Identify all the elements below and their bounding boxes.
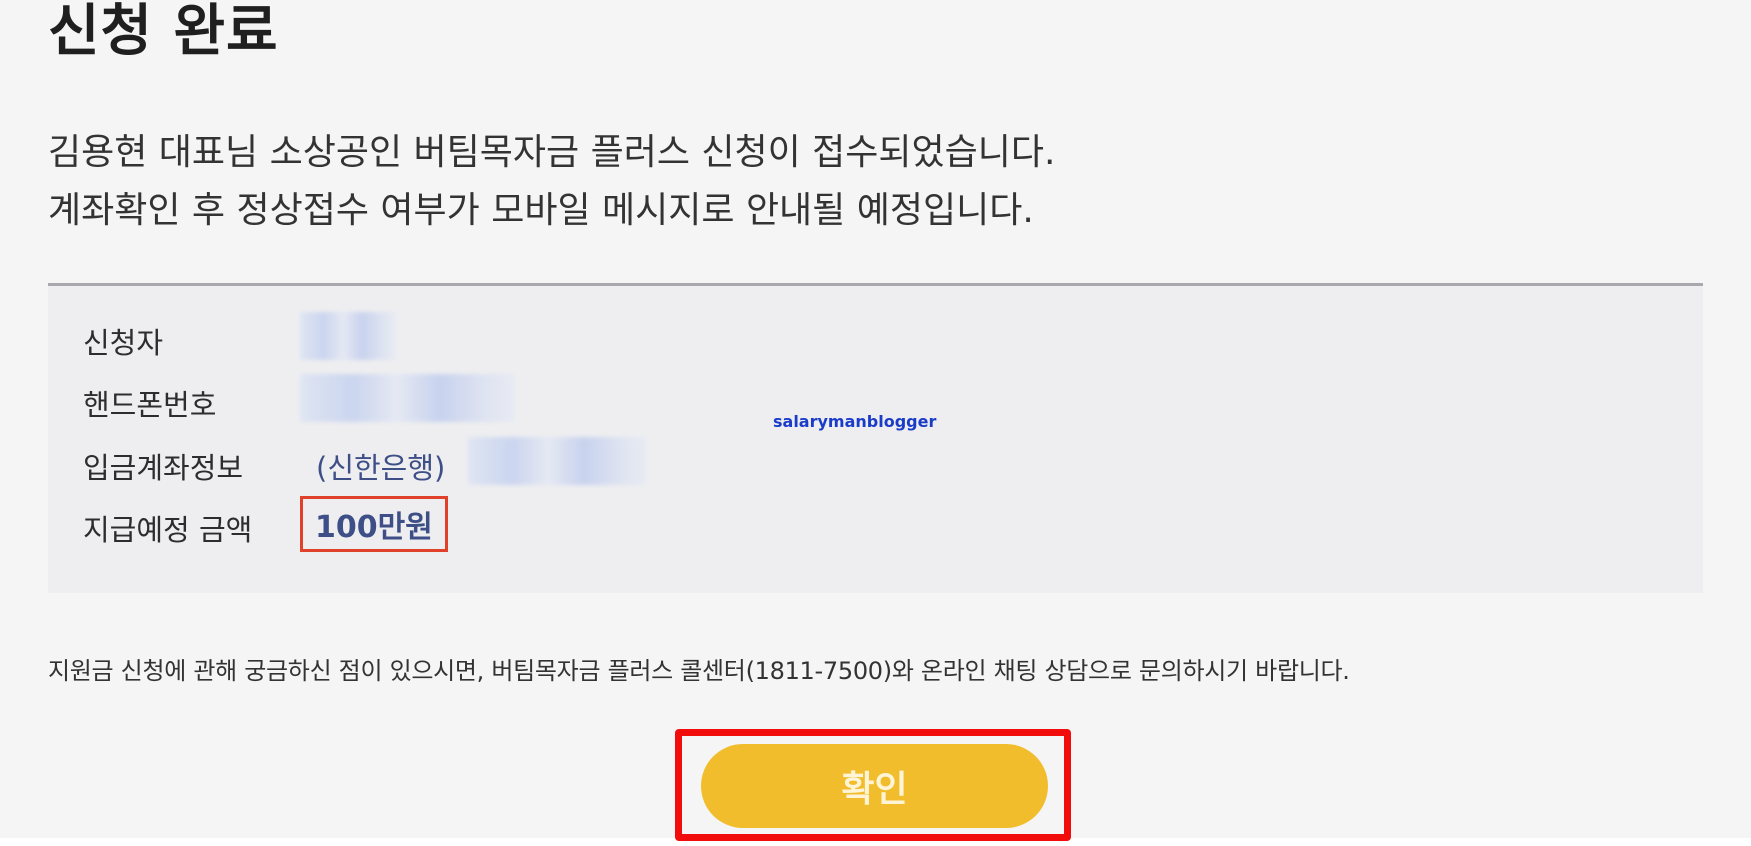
applicant-label: 신청자 bbox=[83, 326, 164, 360]
application-complete-page: 신청 완료 김용현 대표님 소상공인 버팀목자금 플러스 신청이 접수되었습니다… bbox=[0, 0, 1751, 841]
account-label: 입금계좌정보 bbox=[83, 451, 244, 485]
amount-highlight-box: 100만원 bbox=[300, 496, 448, 552]
phone-value-redacted bbox=[300, 374, 515, 422]
account-number-redacted bbox=[468, 437, 646, 485]
message-line-1: 김용현 대표님 소상공인 버팀목자금 플러스 신청이 접수되었습니다. bbox=[48, 132, 1056, 173]
account-row: 입금계좌정보 (신한은행) bbox=[48, 429, 1703, 489]
phone-label: 핸드폰번호 bbox=[83, 388, 217, 422]
page-title: 신청 완료 bbox=[48, 0, 279, 64]
amount-row: 지급예정 금액 100만원 bbox=[48, 491, 1703, 552]
confirm-button[interactable]: 확인 bbox=[701, 744, 1048, 828]
message-line-2: 계좌확인 후 정상접수 여부가 모바일 메시지로 안내될 예정입니다. bbox=[48, 190, 1034, 231]
contact-notice: 지원금 신청에 관해 궁금하신 점이 있으시면, 버팀목자금 플러스 콜센터(1… bbox=[48, 657, 1350, 685]
completion-message: 김용현 대표님 소상공인 버팀목자금 플러스 신청이 접수되었습니다. 계좌확인… bbox=[48, 124, 1055, 240]
amount-value: 100만원 bbox=[315, 510, 433, 545]
bank-name: (신한은행) bbox=[316, 451, 446, 485]
applicant-row: 신청자 bbox=[48, 304, 1703, 364]
applicant-value-redacted bbox=[300, 312, 396, 360]
amount-label: 지급예정 금액 bbox=[83, 513, 253, 547]
application-info-panel: 신청자 핸드폰번호 입금계좌정보 (신한은행) 지급예정 금액 100만원 bbox=[48, 283, 1703, 593]
watermark-text: salarymanblogger bbox=[773, 412, 937, 431]
